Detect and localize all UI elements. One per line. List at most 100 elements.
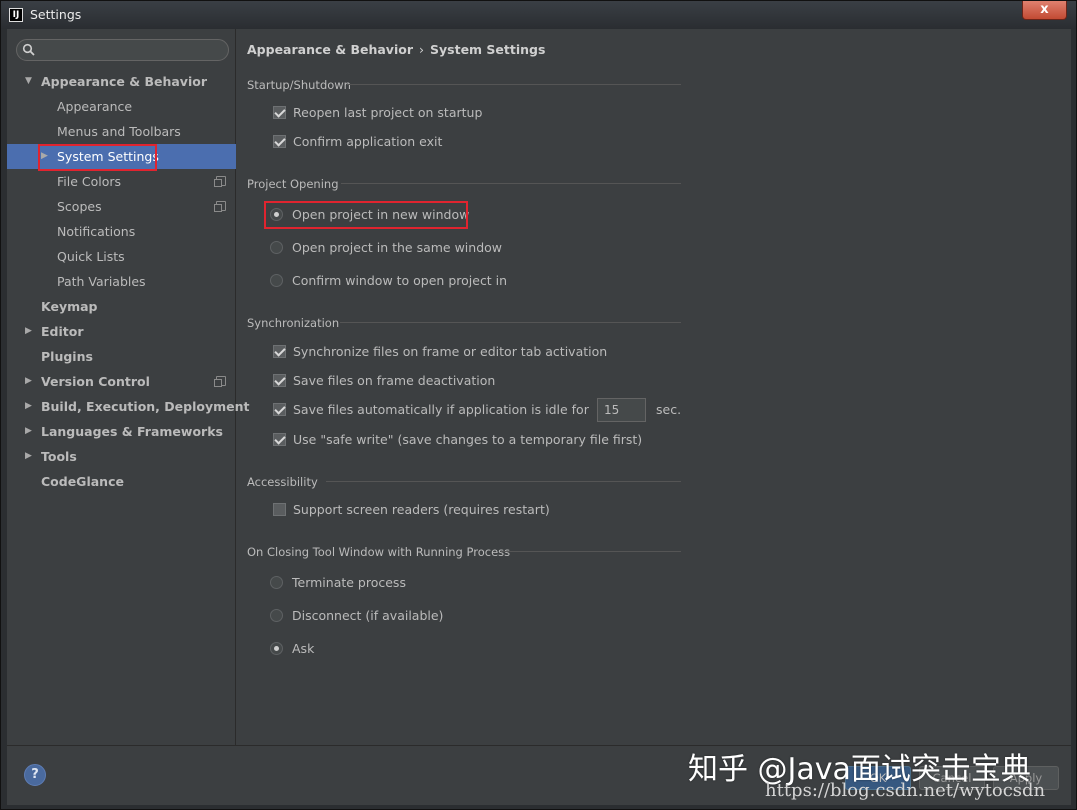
project-level-copy-icon: [214, 176, 226, 187]
close-button[interactable]: x: [1022, 1, 1067, 20]
sync-files-label: Synchronize files on frame or editor tab…: [293, 344, 608, 359]
reopen-last-project-label: Reopen last project on startup: [293, 105, 483, 120]
screen-readers-checkbox[interactable]: Support screen readers (requires restart…: [273, 502, 550, 517]
sidebar-item-label: Appearance & Behavior: [41, 74, 207, 89]
disconnect-radio[interactable]: Disconnect (if available): [270, 608, 443, 623]
save-when-idle-label: Save files automatically if application …: [293, 402, 589, 417]
sidebar-item-label: Version Control: [41, 374, 150, 389]
sidebar-item-label: Plugins: [41, 349, 93, 364]
sidebar-item-label: Build, Execution, Deployment: [41, 399, 250, 414]
radio-button[interactable]: [270, 576, 283, 589]
collapsed-arrow-icon[interactable]: ▶: [25, 394, 35, 419]
csdn-watermark-url: https://blog.csdn.net/wytocsdn: [765, 780, 1046, 801]
section-title-closing-tool-window: On Closing Tool Window with Running Proc…: [247, 545, 511, 559]
collapsed-arrow-icon[interactable]: ▶: [41, 144, 51, 169]
project-level-copy-icon: [214, 376, 226, 387]
sidebar-item-languages-frameworks[interactable]: ▶ Languages & Frameworks: [7, 419, 236, 444]
settings-client-area: ▼ Appearance & Behavior Appearance Menus an…: [7, 29, 1071, 805]
sidebar-item-codeglance[interactable]: CodeGlance: [7, 469, 236, 494]
sidebar-item-label: Quick Lists: [57, 249, 125, 264]
open-new-window-label: Open project in new window: [292, 207, 470, 222]
sidebar-item-label: Keymap: [41, 299, 98, 314]
checkbox-box[interactable]: [273, 106, 286, 119]
radio-button[interactable]: [270, 208, 283, 221]
sidebar-item-label: Menus and Toolbars: [57, 124, 181, 139]
confirm-exit-checkbox[interactable]: Confirm application exit: [273, 134, 442, 149]
confirm-window-label: Confirm window to open project in: [292, 273, 508, 288]
idle-seconds-input[interactable]: 15: [597, 398, 646, 422]
settings-tree: ▼ Appearance & Behavior Appearance Menus an…: [7, 69, 249, 494]
intellij-app-icon: IJ: [9, 8, 23, 22]
ask-radio[interactable]: Ask: [270, 641, 314, 656]
sidebar-item-label: System Settings: [57, 149, 159, 164]
expanded-arrow-icon[interactable]: ▼: [25, 69, 35, 94]
sync-files-checkbox[interactable]: Synchronize files on frame or editor tab…: [273, 344, 607, 359]
safe-write-checkbox[interactable]: Use "safe write" (save changes to a temp…: [273, 432, 642, 447]
sidebar-item-menus-and-toolbars[interactable]: Menus and Toolbars: [7, 119, 236, 144]
collapsed-arrow-icon[interactable]: ▶: [25, 419, 35, 444]
save-when-idle-checkbox[interactable]: Save files automatically if application …: [273, 402, 589, 417]
sidebar-item-tools[interactable]: ▶ Tools: [7, 444, 236, 469]
confirm-exit-label: Confirm application exit: [293, 134, 443, 149]
collapsed-arrow-icon[interactable]: ▶: [25, 369, 35, 394]
section-divider: [341, 183, 681, 184]
checkbox-box[interactable]: [273, 503, 286, 516]
sidebar-item-build-execution-deployment[interactable]: ▶ Build, Execution, Deployment: [7, 394, 249, 419]
section-divider: [501, 551, 681, 552]
title-bar: IJ Settings x: [1, 1, 1076, 29]
sidebar-item-quick-lists[interactable]: Quick Lists: [7, 244, 236, 269]
search-icon: [22, 43, 35, 56]
sidebar-item-label: Tools: [41, 449, 77, 464]
checkbox-box[interactable]: [273, 135, 286, 148]
confirm-window-radio[interactable]: Confirm window to open project in: [270, 273, 507, 288]
radio-button[interactable]: [270, 274, 283, 287]
checkbox-box[interactable]: [273, 374, 286, 387]
help-button[interactable]: ?: [24, 764, 46, 786]
breadcrumb: Appearance & Behavior › System Settings: [247, 42, 545, 57]
sidebar-item-editor[interactable]: ▶ Editor: [7, 319, 236, 344]
sidebar-item-system-settings[interactable]: ▶ System Settings: [7, 144, 236, 169]
ask-label: Ask: [292, 641, 315, 656]
safe-write-label: Use "safe write" (save changes to a temp…: [293, 432, 643, 447]
collapsed-arrow-icon[interactable]: ▶: [25, 319, 35, 344]
sidebar-item-path-variables[interactable]: Path Variables: [7, 269, 236, 294]
radio-button[interactable]: [270, 241, 283, 254]
sidebar-item-scopes[interactable]: Scopes: [7, 194, 236, 219]
sidebar-item-keymap[interactable]: Keymap: [7, 294, 236, 319]
open-same-window-label: Open project in the same window: [292, 240, 503, 255]
sidebar-item-plugins[interactable]: Plugins: [7, 344, 236, 369]
sidebar-item-label: File Colors: [57, 174, 122, 189]
sidebar-item-label: Path Variables: [57, 274, 146, 289]
checkbox-box[interactable]: [273, 433, 286, 446]
radio-button[interactable]: [270, 609, 283, 622]
terminate-process-radio[interactable]: Terminate process: [270, 575, 406, 590]
reopen-last-project-checkbox[interactable]: Reopen last project on startup: [273, 105, 482, 120]
sidebar-item-label: Appearance: [57, 99, 133, 114]
disconnect-label: Disconnect (if available): [292, 608, 444, 623]
sidebar-item-file-colors[interactable]: File Colors: [7, 169, 236, 194]
collapsed-arrow-icon[interactable]: ▶: [25, 444, 35, 469]
idle-unit-label: sec.: [656, 402, 682, 417]
sidebar-item-version-control[interactable]: ▶ Version Control: [7, 369, 236, 394]
section-divider: [326, 481, 681, 482]
radio-button[interactable]: [270, 642, 283, 655]
sidebar-item-appearance[interactable]: Appearance: [7, 94, 236, 119]
checkbox-box[interactable]: [273, 403, 286, 416]
section-divider: [347, 84, 681, 85]
save-on-deactivation-checkbox[interactable]: Save files on frame deactivation: [273, 373, 495, 388]
project-level-copy-icon: [214, 201, 226, 212]
open-same-window-radio[interactable]: Open project in the same window: [270, 240, 502, 255]
save-on-deactivation-label: Save files on frame deactivation: [293, 373, 496, 388]
section-title-project-opening: Project Opening: [247, 177, 339, 191]
open-new-window-radio[interactable]: Open project in new window: [270, 207, 469, 222]
section-title-synchronization: Synchronization: [247, 316, 340, 330]
section-title-startup: Startup/Shutdown: [247, 78, 351, 92]
window-title: Settings: [30, 7, 82, 22]
sidebar-item-appearance-behavior[interactable]: ▼ Appearance & Behavior: [7, 69, 236, 94]
breadcrumb-parent[interactable]: Appearance & Behavior: [247, 42, 413, 57]
checkbox-box[interactable]: [273, 345, 286, 358]
settings-search-input[interactable]: [16, 39, 229, 61]
sidebar-item-label: Scopes: [57, 199, 102, 214]
sidebar-item-notifications[interactable]: Notifications: [7, 219, 236, 244]
screen-readers-label: Support screen readers (requires restart…: [293, 502, 550, 517]
